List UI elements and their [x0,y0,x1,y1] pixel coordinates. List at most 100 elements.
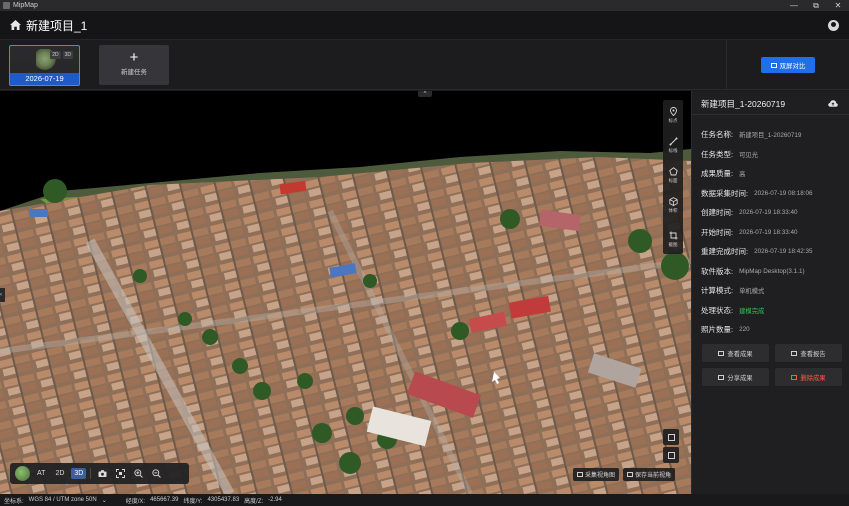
report-icon [791,350,798,356]
z-label: 高度/Z: [244,498,264,505]
tool-point[interactable]: 标点 [663,100,683,130]
field-software-version: 软件版本: MipMap Desktop(3.1.1) [701,262,813,282]
y-label: 纬度/Y: [183,498,203,505]
tool-volume-label: 体积 [668,207,678,213]
fit-view-button[interactable] [113,467,127,481]
collect-view-image-button[interactable]: 采集视角图 [573,468,620,481]
view-buttons [663,429,679,465]
coordinate-statusbar: 坐标系: WGS 84 / UTM zone 50N ⌄ 经度/X: 46566… [0,494,849,506]
x-label: 经度/X: [125,498,146,505]
fullscreen-button[interactable] [663,447,679,463]
tool-volume[interactable]: 体积 [663,190,683,220]
zoom-out-button[interactable] [149,467,163,481]
field-value: 2026-07-19 18:33:40 [739,209,798,217]
home-icon[interactable] [10,20,21,30]
field-value: MipMap Desktop(3.1.1) [739,267,805,275]
field-created-time: 创建时间: 2026-07-19 18:33:40 [701,203,813,223]
new-task-label: 新建任务 [121,69,147,76]
field-value: 新建项目_1-20260719 [739,132,802,140]
share-results-label: 分享成果 [727,374,753,382]
field-task-name: 任务名称: 新建项目_1-20260719 [701,125,813,145]
panel-title: 新建项目_1-20260719 [701,99,786,109]
field-value: 2026-07-19 08:18:06 [754,189,813,197]
tool-line[interactable]: 标线 [663,130,683,160]
field-value: 高 [739,171,746,179]
field-label: 成果质量: [701,169,734,179]
z-value: -2.94 [268,497,282,503]
badge-3d[interactable]: 3D [62,51,73,59]
badge-2d[interactable]: 2D [50,51,61,59]
layer-icon [667,433,675,441]
3d-model-scene[interactable] [0,91,691,494]
save-view-icon [627,472,634,477]
crs-select[interactable]: WGS 84 / UTM zone 50N [29,497,97,503]
trash-icon [791,374,798,380]
save-current-view-button[interactable]: 保存当前视角 [623,468,676,481]
measure-toolbar: 标点 标线 标面 体积 截图 [663,100,683,254]
tool-area-label: 标面 [668,177,678,183]
fit-view-icon [115,469,125,478]
new-task-button[interactable]: + 新建任务 [99,45,169,85]
share-icon [718,374,725,380]
field-task-type: 任务类型: 可见光 [701,145,813,165]
field-start-time: 开始时间: 2026-07-19 18:33:40 [701,223,813,243]
toolbar-separator [90,468,92,479]
view-results-button[interactable]: 查看成果 [702,344,769,362]
field-label: 创建时间: [701,208,734,218]
globe-icon[interactable] [15,466,30,481]
pin-icon [669,106,677,116]
share-results-button[interactable]: 分享成果 [702,368,769,386]
user-avatar-icon[interactable] [828,19,839,31]
crop-icon [669,231,677,239]
tool-point-label: 标点 [668,117,678,123]
panel-divider [692,114,849,115]
chevron-down-icon[interactable]: ⌄ [102,497,107,504]
field-value: 可见光 [739,151,758,159]
field-photo-count: 照片数量: 220 [701,320,813,340]
app-logo-icon [3,2,10,9]
zoom-in-icon [134,469,143,478]
minimize-button[interactable]: — [783,0,805,11]
mode-3d-button[interactable]: 3D [71,468,87,479]
tool-line-label: 标线 [668,147,678,153]
mode-2d-button[interactable]: 2D [52,468,67,479]
field-label: 照片数量: [701,325,734,335]
field-label: 处理状态: [701,305,734,315]
volume-icon [668,196,678,206]
field-compute-mode: 计算模式: 单机模式 [701,281,813,301]
folder-icon [718,350,725,356]
window-title: MipMap [13,2,38,9]
save-current-view-label: 保存当前视角 [635,473,672,479]
mode-at-button[interactable]: AT [34,468,48,479]
view-results-label: 查看成果 [727,350,753,358]
tool-area[interactable]: 标面 [663,160,683,190]
zoom-in-button[interactable] [131,467,145,481]
task-badges: 2D 3D [50,51,73,59]
collapse-top-button[interactable]: ^ [418,91,432,97]
task-card[interactable]: 2D 3D 2026-07-19 [9,45,80,86]
viewpoint-buttons: 采集视角图 保存当前视角 [573,468,676,481]
field-capture-time: 数据采集时间: 2026-07-19 08:18:06 [701,184,813,204]
maximize-button[interactable]: ⧉ [805,0,827,11]
x-value: 465667.39 [150,497,179,503]
model-viewport[interactable]: ^ ‹ 标点 标线 标面 体积 截图 AT 2D 3D 采集视角图 保存当前视角 [0,91,691,494]
field-value: 单机模式 [739,288,765,296]
zoom-out-icon [152,469,161,478]
close-button[interactable]: ✕ [827,0,849,11]
delete-results-button[interactable]: 删除成果 [775,368,842,386]
camera-button[interactable] [95,467,109,481]
project-title: 新建项目_1 [26,18,88,33]
split-compare-button[interactable]: 双屏对比 [761,57,815,73]
y-value: 4305437.83 [207,497,240,503]
field-process-status: 处理状态: 建模完成 [701,301,813,321]
crs-label: 坐标系: [4,498,24,505]
camera-icon [98,470,107,477]
tool-crop-label: 截图 [668,241,678,247]
collapse-left-button[interactable]: ‹ [0,288,5,302]
view-report-button[interactable]: 查看报告 [775,344,842,362]
layer-button[interactable] [663,429,679,445]
field-label: 数据采集时间: [701,188,749,198]
tool-crop[interactable]: 截图 [663,224,683,254]
cloud-upload-icon[interactable] [828,100,838,107]
task-fields: 任务名称: 新建项目_1-20260719 任务类型: 可见光 成果质量: 高 … [701,125,813,340]
